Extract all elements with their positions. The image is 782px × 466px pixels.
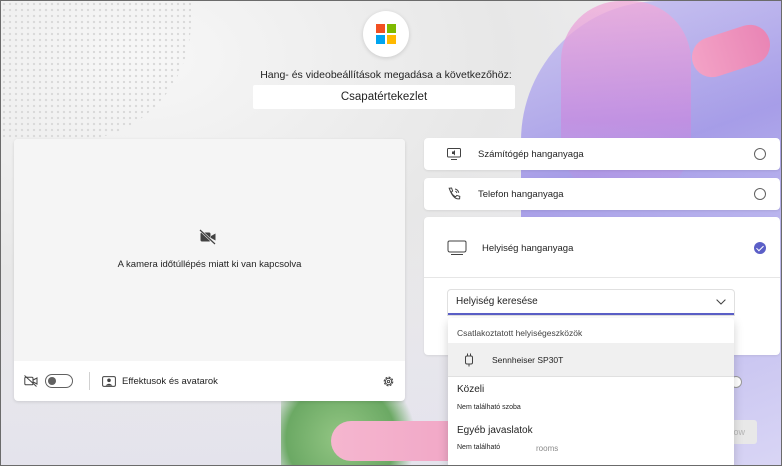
logo-square (387, 24, 396, 33)
effects-icon (102, 375, 116, 387)
audio-option-label: Telefon hanganyaga (478, 188, 564, 200)
connected-device-item[interactable]: Sennheiser SP30T (448, 343, 734, 377)
camera-off-icon[interactable] (24, 375, 38, 387)
video-preview-panel: A kamera időtúllépés miatt ki van kapcso… (14, 139, 405, 401)
toolbar-divider (89, 372, 90, 390)
logo-square (387, 35, 396, 44)
divider (448, 376, 734, 377)
audio-option-row[interactable]: Számítógép hanganyaga (424, 138, 780, 170)
audio-option-label: Számítógép hanganyaga (478, 148, 584, 160)
room-search-box[interactable] (448, 290, 734, 315)
camera-toggle[interactable] (45, 374, 73, 388)
speaker-device-icon (465, 353, 473, 367)
setup-prompt: Hang- és videobeállítások megadása a köv… (260, 69, 512, 81)
audio-option-phone[interactable]: Telefon hanganyaga (424, 178, 780, 210)
background-decoration (1, 1, 191, 141)
camera-off-icon (199, 229, 216, 245)
background-decoration (561, 1, 691, 201)
audio-option-radio[interactable] (754, 242, 766, 254)
nearby-section-title: Közeli (457, 384, 485, 395)
logo-square (376, 35, 385, 44)
microsoft-logo-icon (376, 24, 396, 44)
divider (424, 277, 780, 278)
audio-option-radio[interactable] (754, 188, 766, 200)
audio-option-computer[interactable]: Számítógép hanganyaga (424, 138, 780, 170)
video-toolbar: Effektusok és avatarok (14, 361, 405, 401)
effects-and-avatars-button[interactable]: Effektusok és avatarok (122, 376, 218, 387)
gear-icon[interactable] (382, 375, 395, 388)
computer-audio-icon (447, 148, 461, 160)
video-preview: A kamera időtúllépés miatt ki van kapcso… (14, 139, 405, 361)
microsoft-logo (363, 11, 409, 57)
audio-option-row[interactable]: Helyiség hanganyaga (424, 231, 780, 265)
room-search-dropdown: Csatlakoztatott helyiségeszközök Sennhei… (448, 318, 734, 465)
logo-square (376, 24, 385, 33)
audio-option-radio[interactable] (754, 148, 766, 160)
toggle-knob (48, 377, 56, 385)
audio-option-label: Helyiség hanganyaga (482, 242, 574, 254)
connected-devices-header: Csatlakoztatott helyiségeszközök (457, 328, 583, 338)
other-empty-message: Nem található (457, 444, 501, 451)
meeting-title: Csapatértekezlet (253, 85, 515, 109)
phone-audio-icon (448, 187, 461, 200)
room-search-input[interactable] (456, 296, 716, 307)
room-audio-icon (447, 240, 467, 255)
other-suggestions-title: Egyéb javaslatok (457, 425, 533, 436)
window-frame: Hang- és videobeállítások megadása a köv… (0, 0, 782, 466)
rooms-label: rooms (536, 444, 559, 453)
nearby-empty-message: Nem található szoba (457, 404, 521, 411)
chevron-down-icon[interactable] (716, 298, 726, 305)
audio-option-row[interactable]: Telefon hanganyaga (424, 178, 780, 210)
camera-off-message: A kamera időtúllépés miatt ki van kapcso… (117, 259, 302, 270)
connected-device-label: Sennheiser SP30T (492, 355, 564, 365)
